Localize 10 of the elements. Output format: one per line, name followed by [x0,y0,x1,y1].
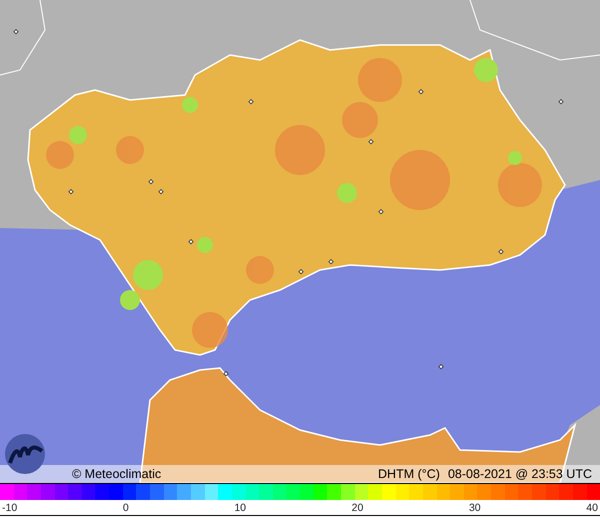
scale-tick-label: 30 [468,501,481,515]
variable-label: DHTM (°C) [378,466,440,483]
scale-tick-label: 40 [586,501,598,515]
scale-tick-label: 10 [234,501,246,515]
logo-icon [4,433,46,475]
credit-text: © Meteoclimatic [72,466,162,483]
scale-tick-label: 0 [122,501,129,515]
scale-tick-label: 20 [352,501,364,515]
timestamp-text: 08-08-2021 @ 23:53 UTC [448,466,592,483]
scale-tick-label: -10 [2,501,18,515]
